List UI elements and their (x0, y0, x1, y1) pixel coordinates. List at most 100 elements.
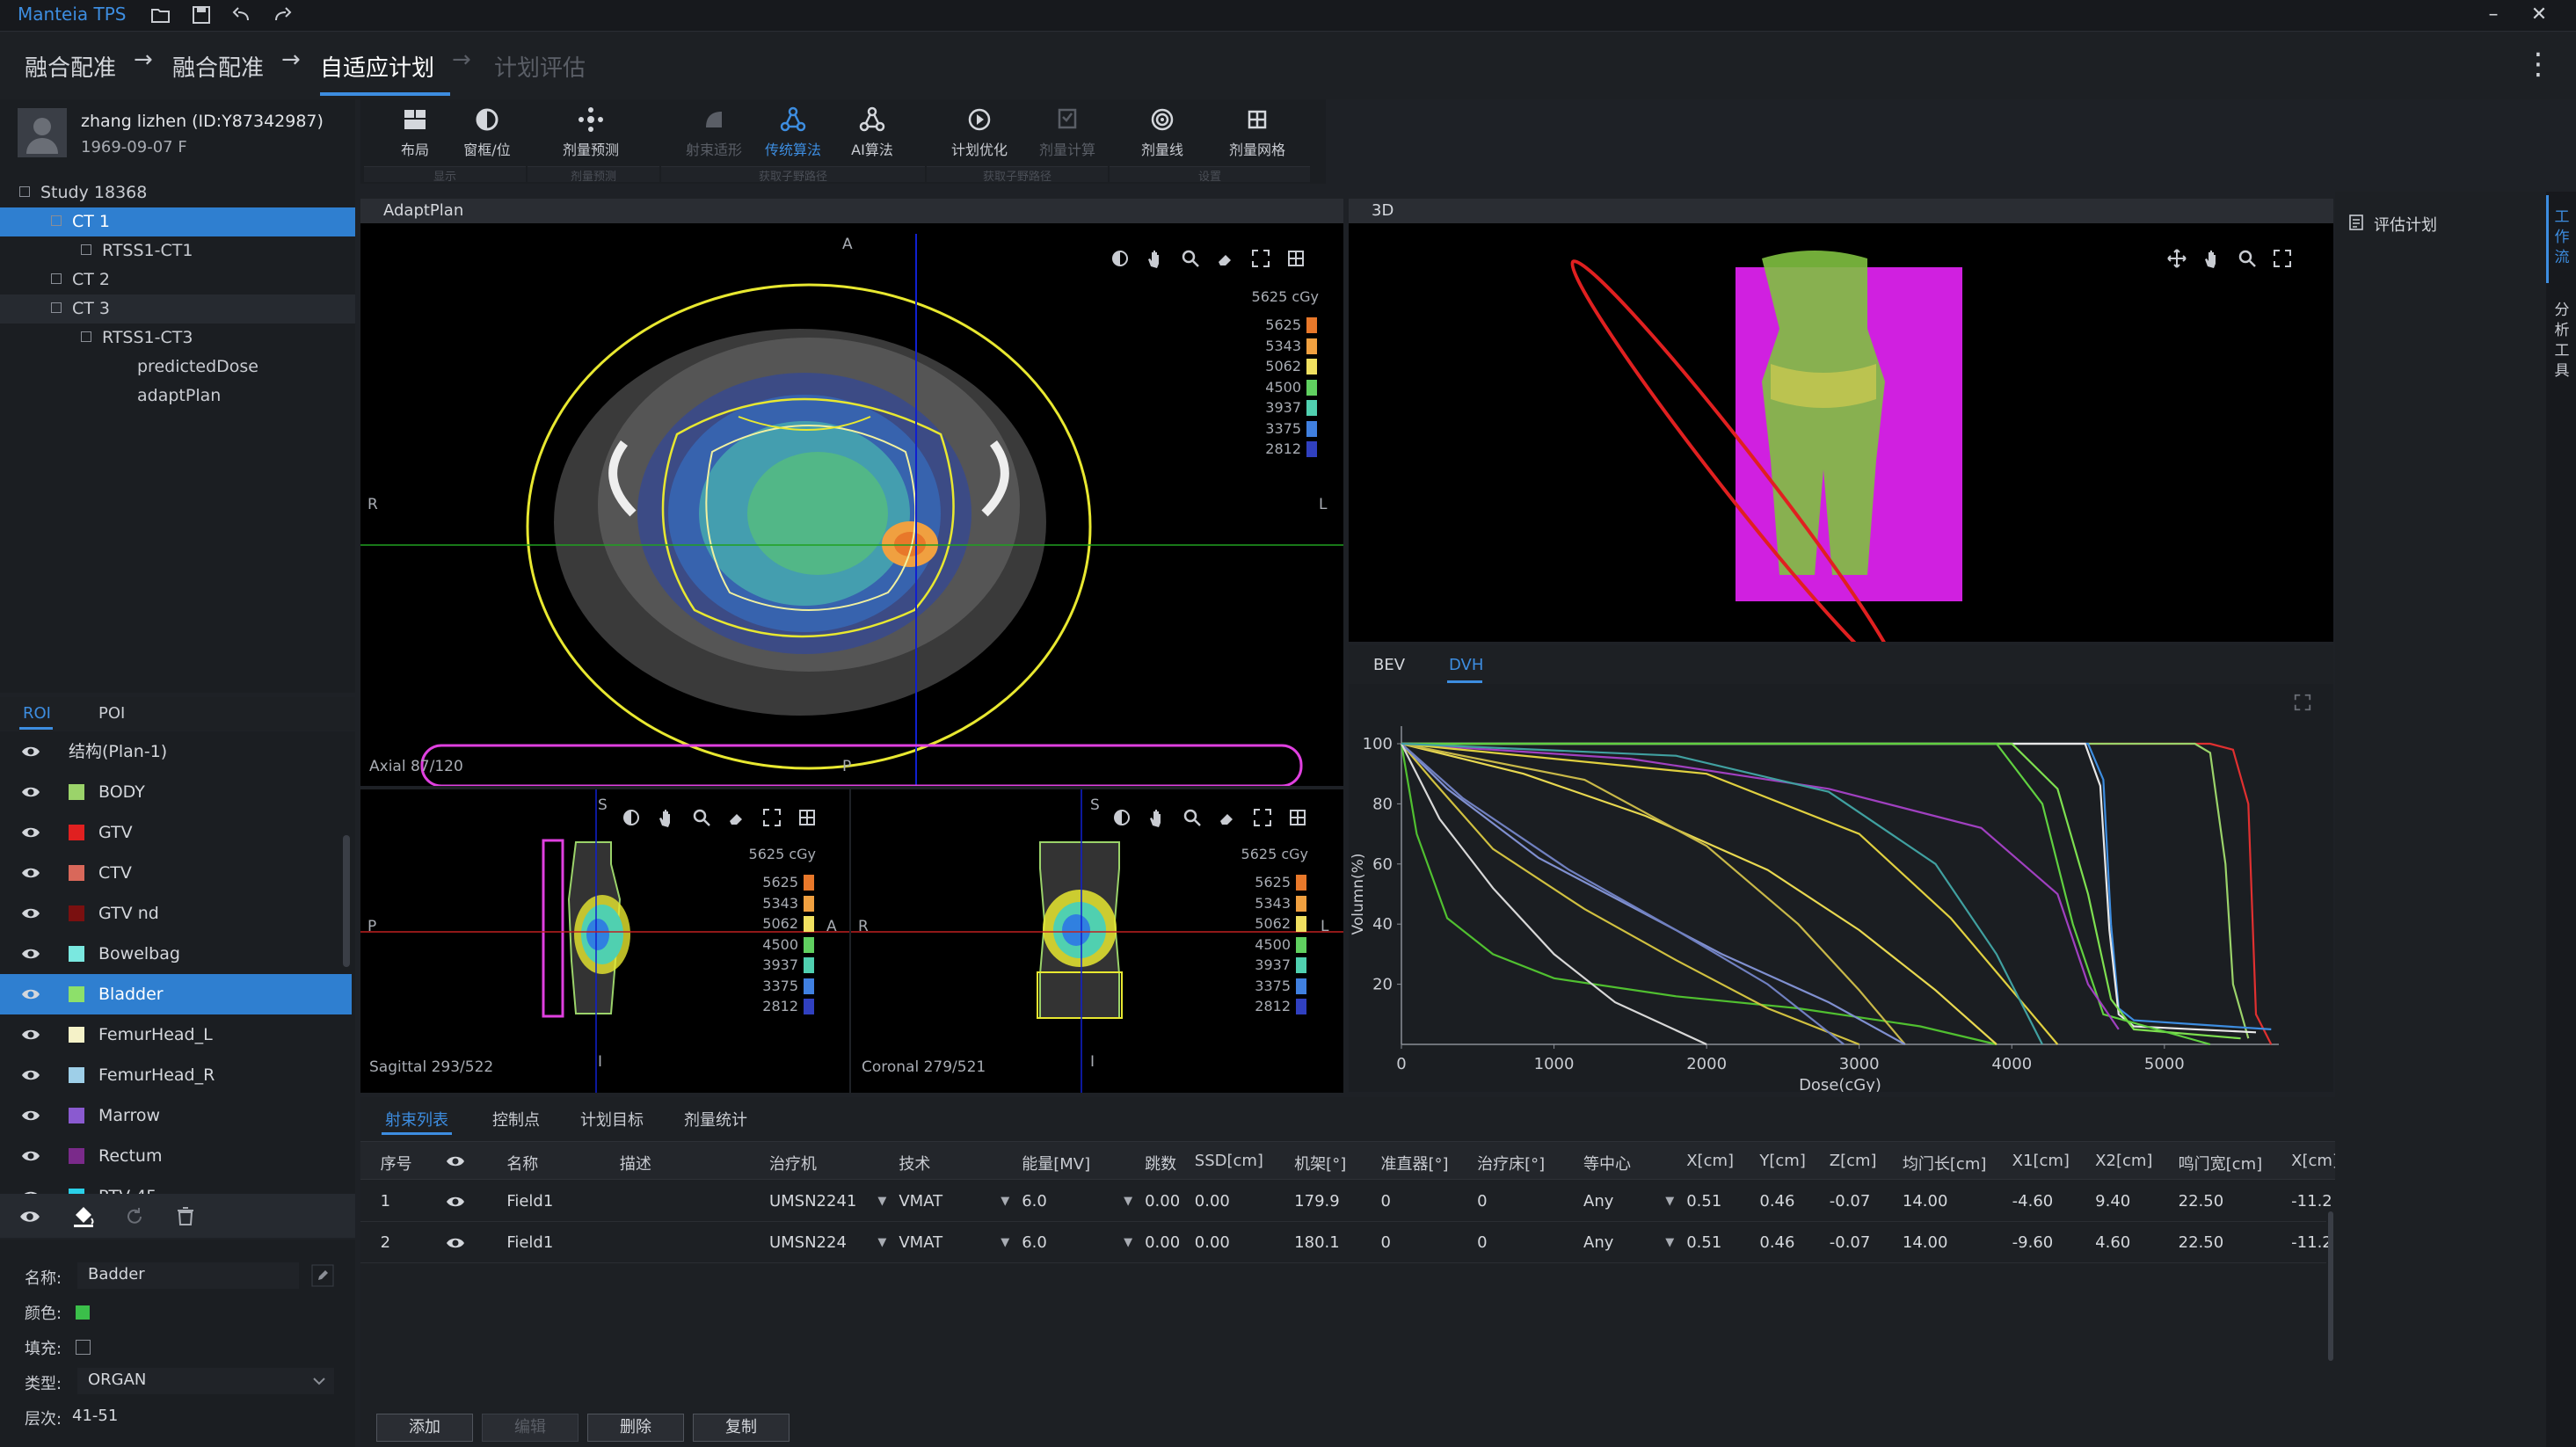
table-cell[interactable]: 0.46 (1759, 1192, 1794, 1211)
column-header[interactable]: 鸣门宽[cm] (2179, 1152, 2262, 1174)
roi-color-swatch[interactable] (69, 905, 84, 921)
eye-icon[interactable] (21, 864, 40, 882)
tab-dvh[interactable]: DVH (1449, 656, 1483, 674)
type-select[interactable]: ORGAN (77, 1368, 334, 1394)
tree-item-predicted-dose[interactable]: predictedDose (0, 353, 355, 382)
table-cell[interactable]: VMAT (899, 1192, 942, 1211)
eye-icon[interactable] (19, 1207, 40, 1226)
eye-icon[interactable] (446, 1193, 465, 1211)
zoom-icon[interactable] (1182, 807, 1203, 828)
layout-toggle-icon[interactable] (797, 807, 818, 828)
table-cell[interactable]: Field1 (506, 1192, 553, 1211)
table-cell[interactable]: 180.1 (1294, 1233, 1340, 1252)
copy-button[interactable]: 复制 (693, 1414, 790, 1442)
column-header[interactable]: Y[cm] (1759, 1152, 1805, 1170)
eye-icon[interactable] (21, 985, 40, 1003)
dropdown-caret-icon[interactable]: ▼ (1665, 1195, 1674, 1208)
eraser-icon[interactable] (1215, 248, 1236, 269)
table-cell[interactable]: -9.60 (2012, 1233, 2054, 1252)
edit-button[interactable]: 编辑 (482, 1414, 579, 1442)
column-header[interactable]: 等中心 (1583, 1152, 1631, 1174)
rotate-icon[interactable] (123, 1205, 146, 1228)
column-header[interactable]: 均门长[cm] (1903, 1152, 1986, 1174)
dropdown-caret-icon[interactable]: ▼ (1124, 1236, 1132, 1249)
eye-icon[interactable] (446, 1234, 465, 1252)
zoom-icon[interactable] (2237, 248, 2258, 269)
step-fusion-registration-2[interactable]: 融合配准 (172, 50, 264, 83)
table-cell[interactable]: 6.0 (1022, 1192, 1047, 1211)
more-menu-icon[interactable]: ⋮ (2523, 47, 2553, 82)
table-cell[interactable]: -11.2 (2291, 1233, 2332, 1252)
tab-poi[interactable]: POI (98, 704, 125, 723)
column-header[interactable]: 技术 (899, 1152, 930, 1174)
collapse-icon[interactable] (51, 215, 62, 226)
fullscreen-icon[interactable] (2272, 248, 2293, 269)
roi-item[interactable]: Marrow (0, 1095, 352, 1136)
delete-button[interactable]: 删除 (587, 1414, 684, 1442)
roi-item[interactable]: GTV nd (0, 893, 352, 934)
roi-item[interactable]: GTV (0, 812, 352, 853)
column-header[interactable]: X[cm] (1686, 1152, 1734, 1170)
tab-workflow[interactable]: 工作流 (2553, 207, 2571, 268)
eye-icon[interactable] (21, 783, 40, 801)
table-row[interactable]: 1 Field1 UMSN2241 ▼ VMAT ▼ 6.0 ▼ 0.00 0.00 179.9 0 0… (360, 1182, 2332, 1222)
contrast-icon[interactable] (621, 807, 642, 828)
roi-color-swatch[interactable] (69, 1148, 84, 1164)
table-row[interactable]: 2 Field1 UMSN224 ▼ VMAT ▼ 6.0 ▼ 0.00 0.00 180.1 0 0 A… (360, 1223, 2332, 1263)
fullscreen-icon[interactable] (1252, 807, 1273, 828)
pan-hand-icon[interactable] (1145, 248, 1166, 269)
roi-color-swatch[interactable] (69, 1067, 84, 1083)
table-cell[interactable]: 0.46 (1759, 1233, 1794, 1252)
roi-color-swatch[interactable] (69, 1027, 84, 1043)
move-icon[interactable] (2166, 248, 2187, 269)
minimize-button[interactable]: – (2476, 2, 2511, 28)
tree-item-rtss1-ct3[interactable]: RTSS1-CT3 (0, 324, 355, 353)
table-cell[interactable]: 14.00 (1903, 1233, 1948, 1252)
contrast-icon[interactable] (1111, 807, 1132, 828)
column-header[interactable]: 名称 (506, 1152, 538, 1174)
table-cell[interactable]: Field1 (506, 1233, 553, 1252)
fullscreen-icon[interactable] (761, 807, 782, 828)
step-fusion-registration[interactable]: 融合配准 (25, 50, 116, 83)
pan-hand-icon[interactable] (1146, 807, 1168, 828)
axial-viewport[interactable]: A R L P Axial 87/120 5625 cGy 5625 5343 50… (360, 223, 1343, 786)
add-button[interactable]: 添加 (376, 1414, 473, 1442)
table-cell[interactable]: UMSN224 (769, 1233, 847, 1252)
column-header[interactable]: X2[cm] (2095, 1152, 2152, 1170)
coronal-viewport[interactable]: S R L I Coronal 279/521 5625 cGy 5625 534… (851, 789, 1343, 1093)
roi-item[interactable]: Bladder (0, 974, 352, 1014)
roi-item[interactable]: BODY (0, 772, 352, 812)
3d-viewport[interactable] (1349, 223, 2333, 642)
pan-hand-icon[interactable] (2201, 248, 2223, 269)
table-cell[interactable]: 0.00 (1145, 1233, 1180, 1252)
fullscreen-icon[interactable] (1250, 248, 1271, 269)
tab-roi[interactable]: ROI (23, 704, 51, 723)
collapse-icon[interactable] (51, 302, 62, 313)
dropdown-caret-icon[interactable]: ▼ (877, 1236, 886, 1249)
roi-color-swatch[interactable] (69, 946, 84, 962)
dropdown-caret-icon[interactable]: ▼ (877, 1195, 886, 1208)
eye-icon[interactable] (21, 1026, 40, 1043)
table-cell[interactable]: 4.60 (2095, 1233, 2130, 1252)
tree-item-ct3[interactable]: CT 3 (0, 294, 355, 324)
roi-color-swatch[interactable] (69, 865, 84, 881)
column-header[interactable]: 机架[°] (1294, 1152, 1346, 1174)
table-cell[interactable]: 0 (1477, 1233, 1487, 1252)
save-icon[interactable] (190, 4, 213, 26)
tab-dose-stats[interactable]: 剂量统计 (684, 1108, 747, 1131)
expand-icon[interactable] (51, 273, 62, 284)
column-header[interactable]: 准直器[°] (1380, 1152, 1448, 1174)
roi-item[interactable]: FemurHead_L (0, 1014, 352, 1055)
table-cell[interactable]: 179.9 (1294, 1192, 1340, 1211)
dvh-chart[interactable]: 204060801000 1000 2000 3000 4000 5000Dose(cGy… (1349, 684, 2333, 1092)
table-cell[interactable]: 9.40 (2095, 1192, 2130, 1211)
eye-icon[interactable] (21, 1188, 40, 1194)
table-cell[interactable]: 0.00 (1145, 1192, 1180, 1211)
eye-icon[interactable] (21, 824, 40, 841)
roi-item[interactable]: FemurHead_R (0, 1055, 352, 1095)
table-cell[interactable]: 22.50 (2179, 1233, 2224, 1252)
table-cell[interactable]: 0.51 (1686, 1233, 1721, 1252)
table-scrollbar[interactable] (2328, 1211, 2333, 1361)
table-cell[interactable]: VMAT (899, 1233, 942, 1252)
fill-checkbox[interactable] (76, 1340, 91, 1355)
